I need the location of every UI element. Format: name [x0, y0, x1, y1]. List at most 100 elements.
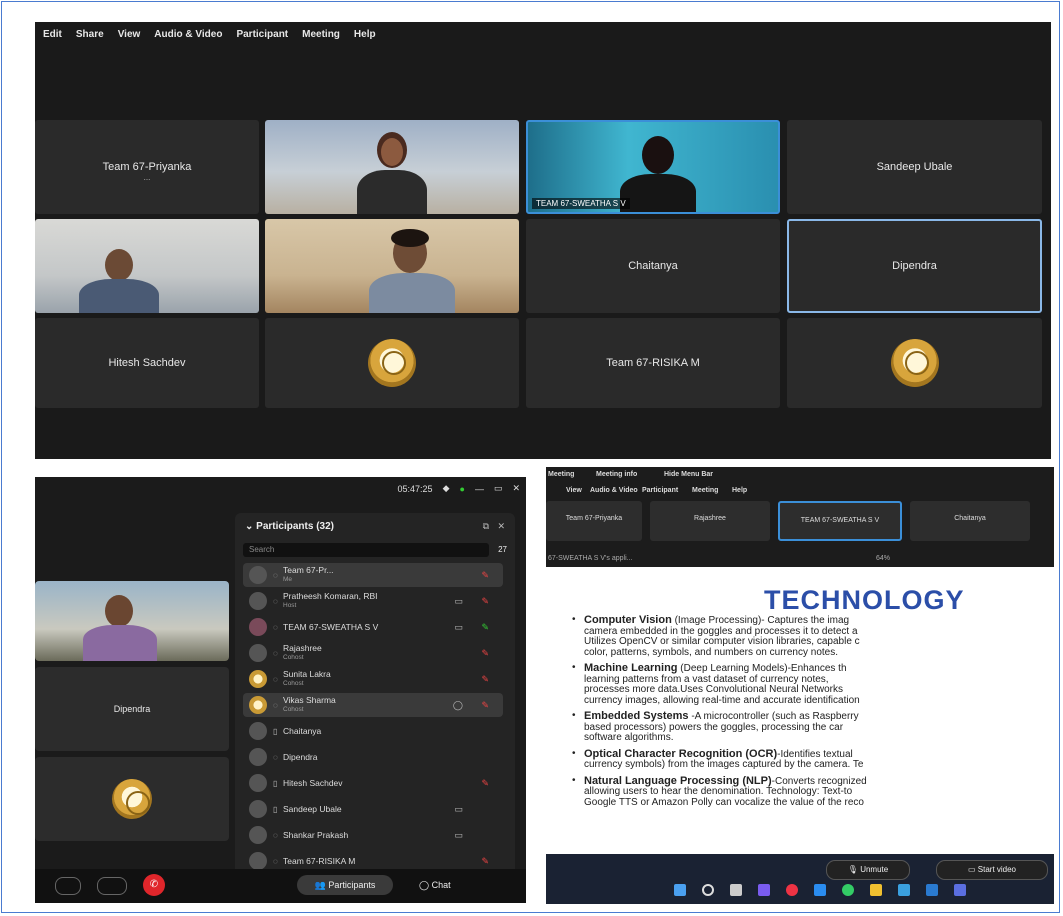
phone-icon: ◌ — [273, 700, 278, 710]
participant-row[interactable]: ◌ Rajashree Cohost ✎ — [243, 641, 503, 665]
participants-button[interactable]: 👥 Participants — [297, 875, 393, 895]
phone-icon: ◌ — [273, 648, 278, 658]
menu-share[interactable]: Share — [76, 29, 104, 40]
unmute-button[interactable]: 🎙 Unmute — [826, 860, 910, 880]
mic-muted-icon[interactable]: ✎ — [481, 570, 489, 581]
status-icon: ● — [459, 483, 465, 494]
mic-muted-icon[interactable]: ✎ — [481, 648, 489, 659]
menu-meeting[interactable]: Meeting — [302, 29, 340, 40]
participant-tile-priyanka[interactable]: Team 67-Priyanka ... — [35, 120, 259, 214]
participant-video-tile-woman[interactable] — [265, 120, 519, 214]
mic-muted-icon[interactable]: ✎ — [481, 700, 489, 711]
mic-muted-icon[interactable]: ✎ — [481, 596, 489, 607]
close-icon[interactable]: ✕ — [512, 483, 520, 494]
folder-icon[interactable] — [870, 884, 882, 896]
tile-name: Sandeep Ubale — [876, 161, 953, 173]
zoom-level[interactable]: 64% — [876, 555, 890, 562]
camera-icon[interactable]: ▭ — [454, 622, 463, 633]
app-icon[interactable] — [898, 884, 910, 896]
participant-tile-sandeep[interactable]: Sandeep Ubale — [787, 120, 1042, 214]
app-icon[interactable] — [758, 884, 770, 896]
participants-button-label: Participants — [328, 880, 376, 890]
mic-muted-icon[interactable]: ✎ — [481, 778, 489, 789]
strip-menu-help[interactable]: Help — [732, 487, 747, 494]
camera-icon[interactable]: ▭ — [454, 830, 463, 841]
menu-help[interactable]: Help — [354, 29, 376, 40]
menu-view[interactable]: View — [118, 29, 141, 40]
participant-row[interactable]: ▯ Chaitanya — [243, 719, 503, 743]
strip-tile[interactable]: TEAM 67-SWEATHA S V — [778, 501, 902, 541]
participant-name: Rajashree Cohost — [283, 643, 322, 662]
participant-row[interactable]: ◌ Shankar Prakash ▭ — [243, 823, 503, 847]
participant-tile-dipendra-small[interactable]: Dipendra — [35, 667, 229, 751]
mic-muted-icon[interactable]: ✎ — [481, 856, 489, 867]
strip-tile[interactable]: Chaitanya — [910, 501, 1030, 541]
participant-tile-rishika[interactable]: Team 67-RISIKA M — [526, 318, 780, 408]
search-icon[interactable] — [702, 884, 714, 896]
participant-row[interactable]: ◌ TEAM 67-SWEATHA S V ▭ ✎ — [243, 615, 503, 639]
tile-name: Team 67-RISIKA M — [606, 357, 700, 369]
strip-menu-meeting[interactable]: Meeting — [692, 487, 718, 494]
avatar — [249, 722, 267, 740]
menu-participant[interactable]: Participant — [236, 29, 288, 40]
meeting-timer: 05:47:25 — [397, 483, 433, 494]
share-status: 67-SWEATHA S V's appli... — [548, 555, 633, 562]
end-call-icon[interactable]: ✆ — [143, 874, 165, 896]
camera-icon[interactable]: ▭ — [454, 804, 463, 815]
participants-panel: ⌄ Participants (32) ⧉ ✕ Search 27 ◌ Team… — [235, 513, 515, 889]
app-icon[interactable] — [842, 884, 854, 896]
participant-tile-logo-small[interactable] — [35, 757, 229, 841]
participant-row[interactable]: ◌ Team 67-Pr... Me ✎ — [243, 563, 503, 587]
app-icon[interactable] — [954, 884, 966, 896]
chat-bubble-icon[interactable]: ◯ — [453, 700, 463, 711]
strip-meeting[interactable]: Meeting — [548, 471, 574, 478]
camera-toggle-icon[interactable] — [55, 877, 81, 895]
strip-meeting-info[interactable]: Meeting info — [596, 471, 637, 478]
screen-share-slide-view: Meeting Meeting info Hide Menu Bar View … — [546, 467, 1054, 904]
strip-hide-menu[interactable]: Hide Menu Bar — [664, 471, 713, 478]
task-view-icon[interactable] — [730, 884, 742, 896]
strip-menu-audio[interactable]: Audio & Video — [590, 487, 638, 494]
mic-muted-icon[interactable]: ✎ — [481, 674, 489, 685]
menu-audio-video[interactable]: Audio & Video — [154, 29, 222, 40]
close-panel-icon[interactable]: ✕ — [497, 521, 505, 532]
strip-menu-view[interactable]: View — [566, 487, 582, 494]
app-icon[interactable] — [814, 884, 826, 896]
vscode-icon[interactable] — [926, 884, 938, 896]
phone-icon: ◌ — [273, 596, 278, 606]
minimize-icon[interactable]: — — [475, 484, 484, 494]
menu-edit[interactable]: Edit — [43, 29, 62, 40]
participant-video-tile-man1[interactable] — [35, 219, 259, 313]
participant-tile-chaitanya[interactable]: Chaitanya — [526, 219, 780, 313]
participant-row[interactable]: ▯ Hitesh Sachdev ✎ — [243, 771, 503, 795]
camera-icon[interactable]: ▭ — [454, 596, 463, 607]
popout-icon[interactable]: ⧉ — [483, 521, 489, 532]
participant-search-input[interactable]: Search — [243, 543, 489, 557]
strip-tile[interactable]: Rajashree — [650, 501, 770, 541]
strip-menu-participant[interactable]: Participant — [642, 487, 678, 494]
mic-on-icon[interactable]: ✎ — [481, 622, 489, 633]
participant-tile-dipendra[interactable]: Dipendra — [787, 219, 1042, 313]
start-video-button[interactable]: ▭ Start video — [936, 860, 1048, 880]
chat-button[interactable]: ◯ Chat — [419, 875, 451, 895]
participant-row[interactable]: ◌ Sunita Lakra Cohost ✎ — [243, 667, 503, 691]
strip-tile[interactable]: Team 67-Priyanka — [546, 501, 642, 541]
participant-row[interactable]: ◌ Vikas Sharma Cohost ◯ ✎ — [243, 693, 503, 717]
participant-row[interactable]: ◌ Pratheesh Komaran, RBI Host ▭ ✎ — [243, 589, 503, 613]
participant-video-tile-man2[interactable] — [265, 219, 519, 313]
windows-start-icon[interactable] — [674, 884, 686, 896]
participant-video-tile-swatha[interactable]: TEAM 67-SWEATHA S V — [526, 120, 780, 214]
participant-name: Vikas Sharma Cohost — [283, 695, 336, 714]
avatar — [249, 800, 267, 818]
chat-button-label: Chat — [431, 880, 451, 890]
participant-row[interactable]: ◌ Dipendra — [243, 745, 503, 769]
more-options-icon[interactable] — [97, 877, 127, 895]
participant-tile-hitesh[interactable]: Hitesh Sachdev — [35, 318, 259, 408]
participant-tile-logo1[interactable] — [265, 318, 519, 408]
participant-tile-logo2[interactable] — [787, 318, 1042, 408]
maximize-icon[interactable]: ▭ — [494, 483, 503, 494]
participant-row[interactable]: ▯ Sandeep Ubale ▭ — [243, 797, 503, 821]
participant-video-tile-presenter[interactable] — [35, 581, 229, 661]
chrome-icon[interactable] — [786, 884, 798, 896]
avatar — [249, 852, 267, 870]
